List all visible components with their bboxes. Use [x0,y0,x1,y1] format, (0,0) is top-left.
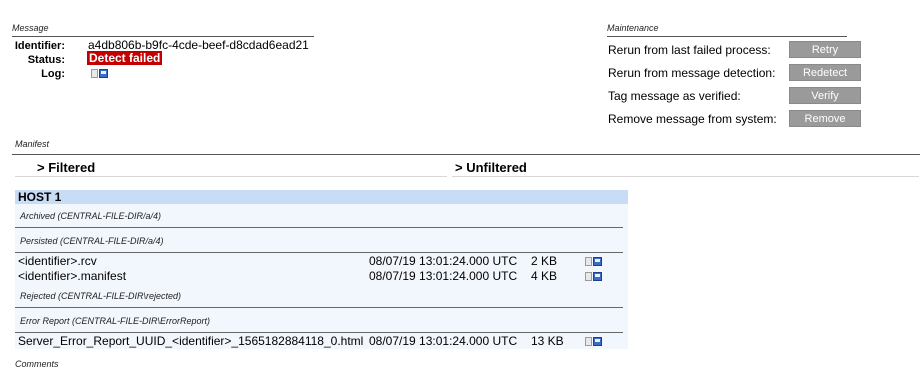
file-download-icon[interactable] [585,257,602,266]
file-row: <identifier>.manifest 08/07/19 13:01:24.… [15,269,628,283]
remove-description: Remove message from system: [608,112,777,126]
file-name: Server_Error_Report_UUID_<identifier>_15… [18,334,364,348]
document-icon [585,337,592,346]
verify-description: Tag message as verified: [608,89,741,103]
log-file-icon[interactable] [91,69,108,78]
file-date: 08/07/19 13:01:24.000 UTC [369,254,518,268]
status-badge: Detect failed [87,51,163,65]
maintenance-row-remove: Remove message from system: Remove [608,110,868,128]
verify-button[interactable]: Verify [789,87,861,104]
message-section-title: Message [12,23,49,33]
group-title-persisted: Persisted (CENTRAL-FILE-DIR/a/4) [20,236,164,246]
comments-section-title: Comments [15,359,59,369]
save-disk-icon [99,69,108,78]
maintenance-section-title: Maintenance [607,23,659,33]
file-name: <identifier>.rcv [18,254,97,268]
host-title: HOST 1 [18,190,62,204]
maintenance-row-verify: Tag message as verified: Verify [608,87,868,105]
manifest-section-title: Manifest [15,139,50,149]
save-disk-icon [593,257,602,266]
file-size: 13 KB [531,334,564,348]
group-divider-rejected [15,307,623,308]
file-date: 08/07/19 13:01:24.000 UTC [369,269,518,283]
maintenance-row-retry: Rerun from last failed process: Retry [608,41,868,59]
tab-filtered-underline [15,176,447,177]
group-divider-archived [15,227,623,228]
document-icon [91,69,98,78]
file-size: 2 KB [531,254,558,268]
save-disk-icon [593,272,602,281]
maintenance-divider [607,36,847,37]
manifest-divider [12,154,920,155]
document-icon [585,272,592,281]
redetect-description: Rerun from message detection: [608,66,776,80]
maintenance-row-redetect: Rerun from message detection: Redetect [608,64,868,82]
tab-filtered[interactable]: > Filtered [37,160,95,175]
group-title-rejected: Rejected (CENTRAL-FILE-DIR\rejected) [20,291,182,301]
tab-unfiltered-underline [452,176,919,177]
group-title-archived: Archived (CENTRAL-FILE-DIR/a/4) [20,211,162,221]
remove-button[interactable]: Remove [789,110,861,127]
retry-description: Rerun from last failed process: [608,43,771,57]
file-size: 4 KB [531,269,558,283]
identifier-label: Identifier: [14,40,65,52]
save-disk-icon [593,337,602,346]
host-header: HOST 1 [15,190,628,204]
redetect-button[interactable]: Redetect [789,64,861,81]
log-label: Log: [41,68,65,80]
file-row: Server_Error_Report_UUID_<identifier>_15… [15,334,628,348]
message-divider [12,36,314,37]
group-divider-error-report [15,332,623,333]
file-download-icon[interactable] [585,272,602,281]
file-row: <identifier>.rcv 08/07/19 13:01:24.000 U… [15,254,628,268]
tab-unfiltered[interactable]: > Unfiltered [455,160,527,175]
file-date: 08/07/19 13:01:24.000 UTC [369,334,518,348]
document-icon [585,257,592,266]
group-divider-persisted [15,252,623,253]
status-label: Status: [27,54,65,66]
file-name: <identifier>.manifest [18,269,127,283]
group-title-error-report: Error Report (CENTRAL-FILE-DIR\ErrorRepo… [20,316,211,326]
retry-button[interactable]: Retry [789,41,861,58]
file-download-icon[interactable] [585,337,602,346]
